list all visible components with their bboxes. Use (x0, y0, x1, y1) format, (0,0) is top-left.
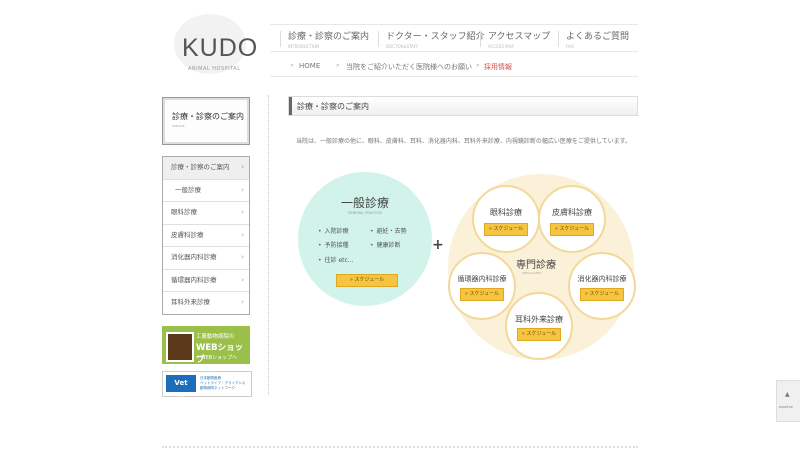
gnav-label: アクセスマップ (488, 32, 551, 42)
sidebar-menu: 診療・診察のご案内 › 一般診療 › 眼科診療 › 皮膚科診療 › 消化器内科診療 › 循… (162, 156, 250, 315)
sub-nav: » HOME » 当院をご紹介いただく医院様へのお願い » 採用情報 (270, 56, 638, 77)
schedule-button[interactable]: » スケジュール (336, 274, 398, 287)
schedule-button[interactable]: » スケジュール (460, 288, 504, 301)
gnav-item-services[interactable]: 診療・診察のご案内 INTRODUCTION (279, 29, 370, 49)
sidebar-item-services[interactable]: 診療・診察のご案内 › (163, 157, 249, 180)
dept-ear-circle[interactable]: 耳科外来診療 » スケジュール (505, 292, 573, 360)
sidebar-item-ear[interactable]: 耳科外来診療 › (163, 292, 249, 314)
general-item: 予防接種 (318, 240, 349, 249)
column-divider (268, 95, 269, 395)
sidebar-title: 診療・診察のご案内 (172, 112, 244, 121)
banner-link: » WEBショップへ (196, 355, 238, 361)
dept-name: 耳科外来診療 (515, 315, 563, 324)
sidebar-item-label: 一般診療 (175, 185, 201, 194)
chevron-right-icon: » (290, 62, 294, 69)
chevron-right-icon: › (241, 163, 244, 171)
plus-icon: + (432, 237, 444, 253)
logo-subtitle: ANIMAL HOSPITAL (188, 66, 241, 72)
gnav-sub: INTRODUCTION (288, 44, 320, 49)
general-title-en: GENERAL PRACTICE (347, 211, 383, 215)
dept-cardio-circle[interactable]: 循環器内科診療 » スケジュール (448, 252, 516, 320)
intro-text: 当院は、一般診療の他に、眼科、皮膚科、耳科、消化器内科、耳科外来診療、内視鏡診断… (296, 138, 632, 145)
general-title: 一般診療 (340, 196, 389, 210)
banner-text: 工藤動物病院の (196, 334, 235, 340)
general-item: 入院診療 (318, 226, 349, 235)
dept-name: 眼科診療 (490, 208, 522, 217)
logo-name: KUDO (182, 34, 259, 62)
schedule-button[interactable]: » スケジュール (580, 288, 624, 301)
subnav-referral[interactable]: 当院をご紹介いただく医院様へのお願い (346, 62, 472, 72)
general-item: 往診 etc... (318, 255, 354, 264)
sidebar-item-label: 皮膚科診療 (171, 230, 204, 239)
chevron-right-icon: › (241, 208, 244, 216)
site-logo[interactable]: KUDO ANIMAL HOSPITAL (162, 14, 262, 74)
dept-skin-circle[interactable]: 皮膚科診療 » スケジュール (538, 185, 606, 253)
gnav-item-staff[interactable]: ドクター・スタッフ紹介 DOCTOR&STAFF (378, 29, 485, 49)
chevron-right-icon: › (241, 298, 244, 306)
schedule-button[interactable]: » スケジュール (517, 328, 561, 341)
gnav-label: よくあるご質問 (566, 32, 630, 42)
sidebar-title-box: 診療・診察のご案内 SERVICE (162, 97, 250, 145)
sidebar-item-label: 眼科診療 (171, 208, 197, 216)
vetlife-banner[interactable]: Vet Life 日本動物医療 ベットライフ・アライアンス 動物病院ネットワーク (162, 371, 252, 404)
gnav-sub: FAQ (566, 44, 574, 49)
chevron-right-icon: » (336, 62, 340, 69)
dept-name: 皮膚科診療 (552, 208, 592, 217)
arrow-up-icon: ▲ (785, 391, 790, 398)
dog-photo (166, 332, 194, 362)
dept-eye-circle[interactable]: 眼科診療 » スケジュール (472, 185, 540, 253)
gnav-sub: ACCESS MAP (488, 44, 514, 49)
dept-name: 循環器内科診療 (457, 275, 507, 283)
vetlife-line: 動物病院ネットワーク (200, 386, 235, 390)
gnav-label: 診療・診察のご案内 (288, 32, 370, 42)
sidebar-title-en: SERVICE (172, 124, 185, 128)
footer-divider (162, 446, 638, 448)
sidebar-item-label: 消化器内科診療 (171, 253, 217, 261)
sidebar-item-skin[interactable]: 皮膚科診療 › (163, 225, 249, 247)
heading-accent (289, 97, 292, 115)
general-care-circle: 一般診療 GENERAL PRACTICE 入院診療 避妊・去勢 予防接種 健康… (298, 172, 432, 306)
pagetop-label: PAGETOP (779, 405, 793, 409)
specialized-title: 専門診療 (516, 260, 556, 271)
sidebar-item-label: 診療・診察のご案内 (171, 163, 230, 171)
pagetop-button[interactable]: ▲ PAGETOP (776, 380, 800, 422)
gnav-item-faq[interactable]: よくあるご質問 FAQ (557, 29, 630, 49)
dept-digestive-circle[interactable]: 消化器内科診療 » スケジュール (568, 252, 636, 320)
web-shop-banner[interactable]: 工藤動物病院の WEBショップ » WEBショップへ (162, 326, 250, 365)
chevron-right-icon: › (241, 185, 244, 194)
chevron-right-icon: › (241, 275, 244, 284)
chevron-right-icon: › (241, 253, 244, 261)
schedule-button[interactable]: » スケジュール (550, 223, 594, 236)
global-nav: 診療・診察のご案内 INTRODUCTION ドクター・スタッフ紹介 DOCTO… (270, 24, 638, 52)
main-heading-bar: 診療・診察のご案内 (288, 96, 638, 116)
gnav-sub: DOCTOR&STAFF (386, 44, 419, 49)
sidebar-item-label: 循環器内科診療 (171, 275, 217, 284)
subnav-home[interactable]: HOME (299, 62, 320, 70)
subnav-recruit[interactable]: 採用情報 (484, 62, 512, 72)
gnav-label: ドクター・スタッフ紹介 (386, 32, 485, 42)
dept-name: 消化器内科診療 (577, 275, 627, 283)
general-item: 避妊・去勢 (370, 226, 407, 235)
specialized-title-en: SPECIALIZED (522, 271, 542, 275)
chevron-right-icon: › (241, 230, 244, 239)
banner-title: WEBショップ (196, 343, 244, 365)
vetlife-text: 日本動物医療 ベットライフ・アライアンス 動物病院ネットワーク (200, 376, 245, 391)
sidebar-item-general[interactable]: 一般診療 › (163, 180, 249, 202)
page-wrapper: KUDO ANIMAL HOSPITAL 診療・診察のご案内 INTRODUCT… (162, 0, 638, 450)
chevron-right-icon: » (476, 62, 480, 69)
general-item: 健康診断 (370, 240, 401, 249)
sidebar-item-eye[interactable]: 眼科診療 › (163, 202, 249, 225)
schedule-button[interactable]: » スケジュール (484, 223, 528, 236)
gnav-item-access[interactable]: アクセスマップ ACCESS MAP (479, 29, 551, 49)
sidebar-item-digestive[interactable]: 消化器内科診療 › (163, 247, 249, 270)
page-title: 診療・診察のご案内 (297, 102, 369, 111)
sidebar-item-label: 耳科外来診療 (171, 298, 210, 306)
sidebar-item-cardio[interactable]: 循環器内科診療 › (163, 270, 249, 292)
vetlife-logo: Vet Life (166, 375, 196, 404)
